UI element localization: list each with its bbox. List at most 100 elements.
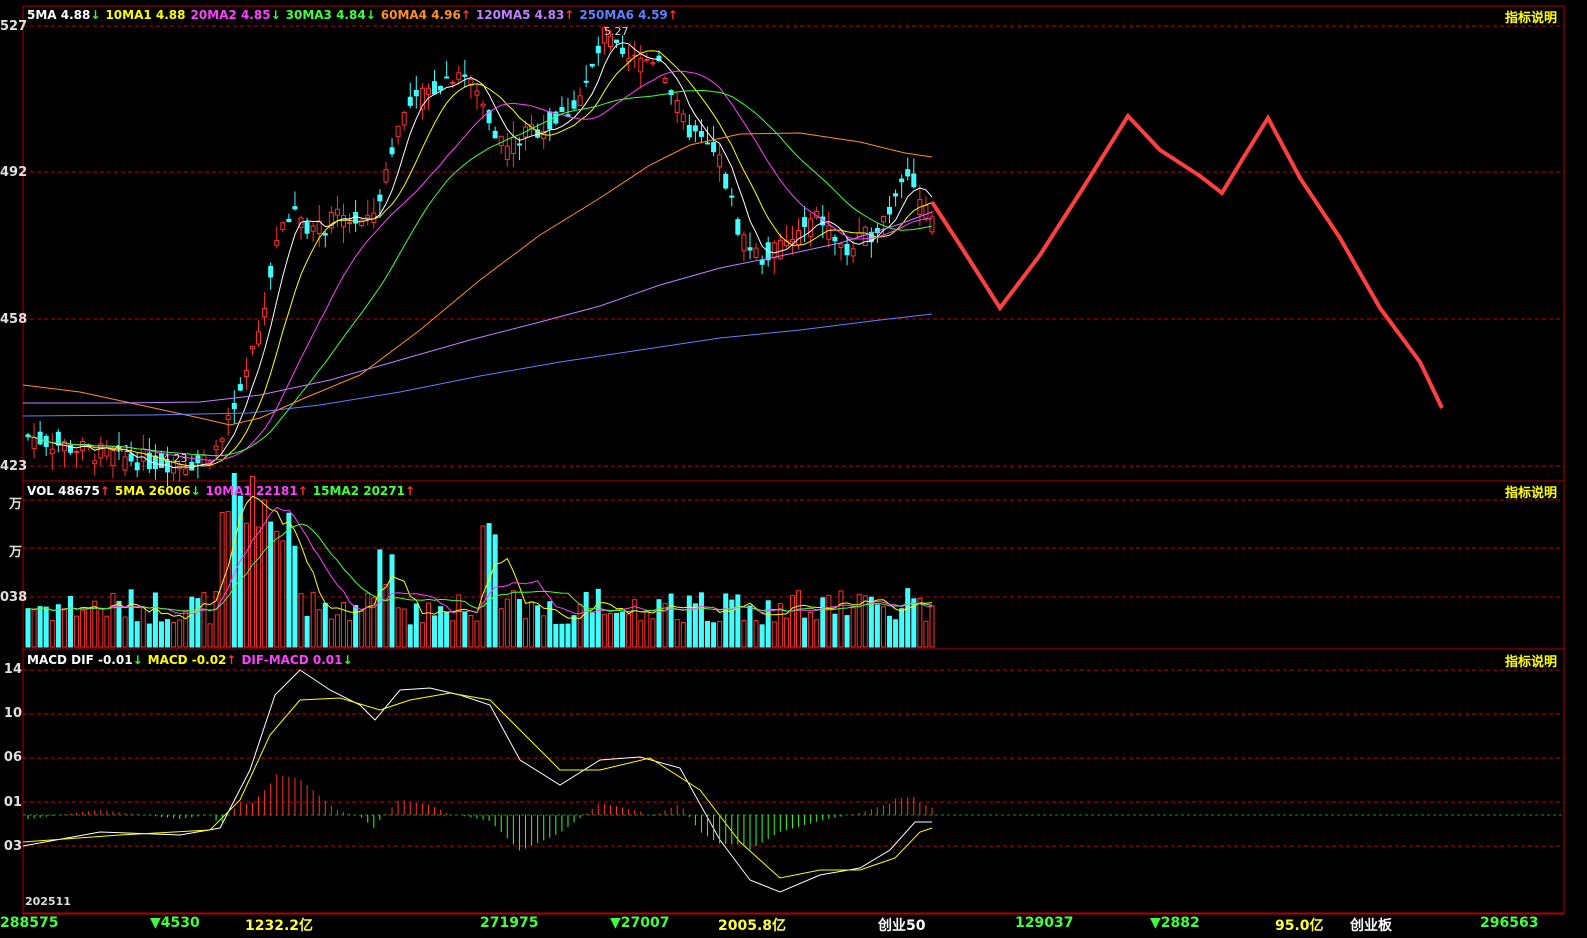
- volume-bar: [280, 540, 286, 648]
- legend-macd-1: MACD -0.02↑: [147, 653, 237, 667]
- volume-bar: [814, 619, 820, 648]
- candle-body: [583, 80, 589, 83]
- candle-body: [74, 450, 80, 453]
- volume-bar: [286, 512, 292, 648]
- volume-bar: [243, 522, 249, 648]
- candle-body: [711, 141, 717, 153]
- kline-chart[interactable]: 5MA 4.88↓ 10MA1 4.88 20MA2 4.85↓ 30MA3 4.84…: [0, 0, 1587, 934]
- price-help-link[interactable]: 指标说明: [1505, 7, 1557, 26]
- candle-body: [802, 217, 808, 228]
- volume-bar: [535, 605, 541, 648]
- volume-bar: [698, 592, 704, 648]
- candle-body: [741, 234, 747, 252]
- candle-body: [383, 169, 389, 183]
- vol-ytick-3: 038: [0, 590, 28, 605]
- candle-body: [753, 247, 759, 258]
- volume-bar: [183, 609, 189, 648]
- volume-bar: [231, 473, 237, 648]
- volume-bar: [74, 615, 80, 648]
- volume-bar: [431, 615, 437, 648]
- candle-body: [717, 154, 723, 168]
- volume-bar: [504, 598, 510, 648]
- macd-help-link[interactable]: 指标说明: [1505, 651, 1557, 670]
- volume-bar: [656, 599, 662, 648]
- status-item-6: 创业50: [878, 918, 926, 934]
- candle-body: [844, 244, 850, 256]
- ma30-line: [27, 89, 933, 457]
- candle-body: [826, 225, 832, 240]
- volume-bar: [674, 619, 680, 648]
- volume-bar: [650, 618, 656, 648]
- volume-bar: [607, 613, 613, 648]
- candle-body: [389, 147, 395, 155]
- candle-body: [237, 384, 243, 391]
- volume-bar: [850, 607, 856, 648]
- legend-price-4: 60MA4 4.96↑: [380, 8, 471, 22]
- status-item-9: 95.0亿: [1275, 918, 1324, 934]
- volume-bar: [583, 592, 589, 648]
- chart-frame: [22, 5, 1565, 915]
- candle-body: [771, 242, 777, 259]
- volume-bar: [189, 596, 195, 648]
- volume-bar: [177, 619, 183, 648]
- candle-body: [122, 456, 128, 471]
- volume-help-link[interactable]: 指标说明: [1505, 482, 1557, 501]
- legend-arrow: ↑: [297, 484, 308, 498]
- volume-bar: [413, 603, 419, 648]
- volume-bar: [759, 624, 765, 648]
- volume-bar: [389, 554, 395, 648]
- volume-bar: [510, 590, 516, 648]
- volume-bar: [450, 620, 456, 648]
- candle-body: [850, 248, 856, 257]
- volume-bar: [820, 597, 826, 648]
- volume-bar: [874, 604, 880, 648]
- volume-bar: [887, 615, 893, 648]
- candle-body: [462, 74, 468, 77]
- candle-body: [789, 238, 795, 243]
- volume-bar: [122, 616, 128, 648]
- volume-bar: [523, 618, 529, 648]
- volume-bar: [49, 620, 55, 648]
- legend-price-5: 120MA5 4.83↑: [475, 8, 575, 22]
- candle-body: [377, 194, 383, 202]
- candle-body: [735, 219, 741, 235]
- volume-bar: [565, 623, 571, 648]
- candle-body: [407, 96, 413, 106]
- volume-bar: [86, 607, 92, 648]
- volume-bar: [61, 608, 67, 648]
- volume-bar: [614, 612, 620, 648]
- candle-body: [365, 214, 371, 219]
- candle-body: [923, 204, 929, 219]
- status-item-8: ▼2882: [1150, 915, 1200, 931]
- volume-bar: [765, 600, 771, 648]
- legend-arrow: ↑: [99, 484, 110, 498]
- candle-body: [243, 369, 249, 377]
- candle-body: [577, 95, 583, 107]
- candle-body: [183, 468, 189, 475]
- legend-price-3: 30MA3 4.84↓: [285, 8, 376, 22]
- candle-body: [650, 62, 656, 65]
- candle-body: [644, 58, 650, 61]
- volume-bar: [98, 608, 104, 648]
- legend-arrow: ↑: [226, 653, 237, 667]
- volume-bar: [201, 592, 207, 648]
- status-item-11: 296563: [1480, 915, 1539, 931]
- candle-body: [662, 77, 668, 84]
- candle-body: [705, 142, 711, 145]
- volume-bar: [541, 615, 547, 648]
- candle-body: [498, 135, 504, 147]
- legend-arrow: ↑: [404, 484, 416, 498]
- candle-body: [425, 87, 431, 95]
- ma60-line: [22, 132, 933, 426]
- legend-arrow: ↓: [90, 8, 101, 22]
- macd-dif-line: [22, 669, 932, 893]
- candle-body: [759, 259, 765, 265]
- candle-body: [249, 345, 255, 350]
- volume-bar: [686, 595, 692, 648]
- legend-arrow: ↓: [342, 653, 353, 667]
- volume-bar: [316, 609, 322, 648]
- price-legend: 5MA 4.88↓ 10MA1 4.88 20MA2 4.85↓ 30MA3 4.84…: [27, 8, 683, 22]
- candle-body: [152, 455, 158, 470]
- volume-bar: [741, 620, 747, 648]
- volume-bar: [444, 611, 450, 648]
